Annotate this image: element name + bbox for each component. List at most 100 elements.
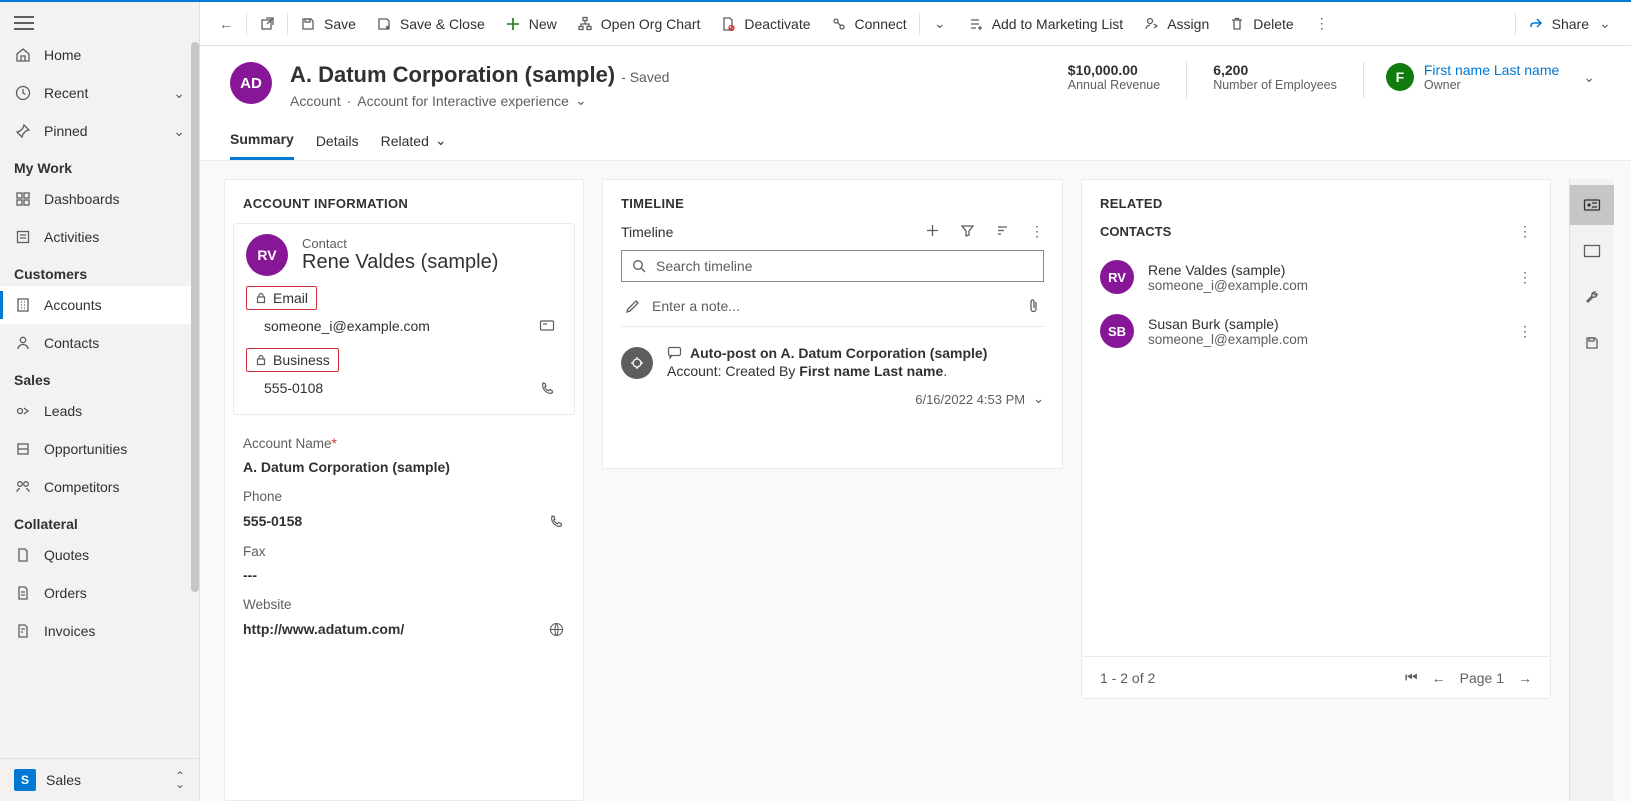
contact-business-phone[interactable]: 555-0108 [246, 376, 323, 400]
tab-summary[interactable]: Summary [230, 123, 294, 160]
sidebar-item-opportunities[interactable]: Opportunities [0, 430, 199, 468]
section-title: RELATED [1082, 180, 1550, 223]
divider [919, 13, 920, 35]
sort-icon[interactable] [995, 223, 1010, 240]
sidebar-label: Competitors [44, 479, 119, 495]
card-icon[interactable] [538, 317, 556, 335]
timeline-note-input[interactable]: Enter a note... [621, 292, 1044, 327]
sidebar-item-accounts[interactable]: Accounts [0, 286, 199, 324]
activities-icon [14, 228, 32, 246]
field-phone[interactable]: Phone 555-0158 [225, 479, 583, 534]
field-website[interactable]: Website http://www.adatum.com/ [225, 587, 583, 642]
related-contact-item[interactable]: RV Rene Valdes (sample) someone_i@exampl… [1082, 250, 1550, 304]
save-close-button[interactable]: Save & Close [366, 2, 495, 45]
timeline-search[interactable]: Search timeline [621, 250, 1044, 282]
connect-button[interactable]: Connect [821, 2, 917, 45]
field-account-name[interactable]: Account Name* A. Datum Corporation (samp… [225, 425, 583, 479]
stat-employees[interactable]: 6,200 Number of Employees [1209, 62, 1341, 92]
person-icon [14, 334, 32, 352]
open-new-window-button[interactable] [249, 2, 285, 45]
sidebar-item-home[interactable]: Home [0, 36, 199, 74]
sidebar-item-pinned[interactable]: Pinned ⌄ [0, 112, 199, 150]
rail-wrench-button[interactable] [1570, 277, 1614, 317]
assign-button[interactable]: Assign [1133, 2, 1219, 45]
quote-icon [14, 546, 32, 564]
chevron-down-icon[interactable]: ⌄ [575, 92, 587, 109]
save-button[interactable]: Save [290, 2, 366, 45]
filter-icon[interactable] [960, 223, 975, 240]
sidebar-item-dashboards[interactable]: Dashboards [0, 180, 199, 218]
main: ← Save Save & Close New Open Org Chart D… [200, 2, 1631, 801]
sidebar-item-recent[interactable]: Recent ⌄ [0, 74, 199, 112]
sidebar-item-leads[interactable]: Leads [0, 392, 199, 430]
more-vertical-icon[interactable]: ⋮ [1518, 223, 1532, 240]
contact-name[interactable]: Rene Valdes (sample) [302, 251, 498, 274]
sidebar-scrollbar[interactable] [191, 2, 199, 761]
pin-icon [14, 122, 32, 140]
more-vertical-icon[interactable]: ⋮ [1030, 223, 1044, 240]
sidebar-section-customers: Customers [0, 256, 199, 286]
trash-icon [1229, 16, 1245, 32]
overflow-button[interactable]: ⋮ [1304, 2, 1340, 45]
chevron-down-icon[interactable]: ⌄ [1583, 69, 1595, 86]
new-button[interactable]: New [495, 2, 567, 45]
deactivate-button[interactable]: Deactivate [710, 2, 820, 45]
list-add-icon [968, 16, 984, 32]
attachment-icon[interactable] [1027, 298, 1040, 314]
rail-assistant-button[interactable] [1570, 185, 1614, 225]
sidebar-item-contacts[interactable]: Contacts [0, 324, 199, 362]
form-selector[interactable]: Account for Interactive experience [357, 93, 569, 109]
area-badge: S [14, 769, 36, 791]
chevron-down-icon[interactable]: ⌄ [1033, 391, 1044, 407]
opportunity-icon [14, 440, 32, 458]
account-info-card: ACCOUNT INFORMATION RV Contact Rene Vald… [224, 179, 584, 801]
timeline-item-title: Auto-post on A. Datum Corporation (sampl… [690, 345, 987, 361]
pager-next-icon[interactable]: → [1518, 670, 1532, 686]
add-marketing-button[interactable]: Add to Marketing List [958, 2, 1134, 45]
field-fax[interactable]: Fax --- [225, 534, 583, 587]
delete-button[interactable]: Delete [1219, 2, 1303, 45]
chevron-down-icon: ⌄ [173, 123, 185, 140]
back-button[interactable]: ← [208, 2, 244, 45]
pager-first-icon[interactable]: ⏮ [1405, 669, 1418, 686]
lock-icon [255, 292, 267, 304]
pager-prev-icon[interactable]: ← [1432, 670, 1446, 686]
stat-owner[interactable]: F First name Last name Owner ⌄ [1386, 62, 1601, 92]
sidebar-item-quotes[interactable]: Quotes [0, 536, 199, 574]
rail-panel-button[interactable] [1570, 231, 1614, 271]
connect-chevron[interactable]: ⌄ [922, 2, 958, 45]
home-icon [14, 46, 32, 64]
more-vertical-icon[interactable]: ⋮ [1518, 269, 1532, 286]
share-button[interactable]: Share⌄ [1518, 2, 1623, 45]
divider [1363, 62, 1364, 98]
sidebar-label: Orders [44, 585, 87, 601]
sidebar-item-orders[interactable]: Orders [0, 574, 199, 612]
arrow-left-icon: ← [218, 16, 234, 32]
tab-details[interactable]: Details [316, 123, 359, 160]
related-contact-item[interactable]: SB Susan Burk (sample) someone_l@example… [1082, 304, 1550, 358]
autopost-icon [621, 347, 653, 379]
timeline-item[interactable]: Auto-post on A. Datum Corporation (sampl… [603, 341, 1062, 391]
contact-avatar: RV [246, 234, 288, 276]
chat-icon [667, 346, 682, 360]
open-org-chart-button[interactable]: Open Org Chart [567, 2, 711, 45]
rail-save-button[interactable] [1570, 323, 1614, 363]
sidebar-item-invoices[interactable]: Invoices [0, 612, 199, 650]
hamburger-icon[interactable] [14, 16, 34, 30]
search-placeholder: Search timeline [656, 258, 753, 274]
more-vertical-icon[interactable]: ⋮ [1518, 323, 1532, 340]
owner-name: First name Last name [1424, 62, 1559, 78]
sidebar-area-switcher[interactable]: S Sales ⌃⌄ [0, 758, 199, 801]
sidebar-item-competitors[interactable]: Competitors [0, 468, 199, 506]
divider [1186, 62, 1187, 98]
stat-annual-revenue[interactable]: $10,000.00 Annual Revenue [1064, 62, 1164, 92]
entity-type: Account [290, 93, 341, 109]
plus-icon[interactable] [925, 223, 940, 240]
assign-icon [1143, 16, 1159, 32]
phone-icon[interactable] [547, 512, 565, 530]
sidebar-item-activities[interactable]: Activities [0, 218, 199, 256]
tab-related[interactable]: Related⌄ [381, 123, 447, 160]
phone-icon[interactable] [538, 379, 556, 397]
contact-email[interactable]: someone_i@example.com [246, 314, 430, 338]
globe-icon[interactable] [547, 620, 565, 638]
